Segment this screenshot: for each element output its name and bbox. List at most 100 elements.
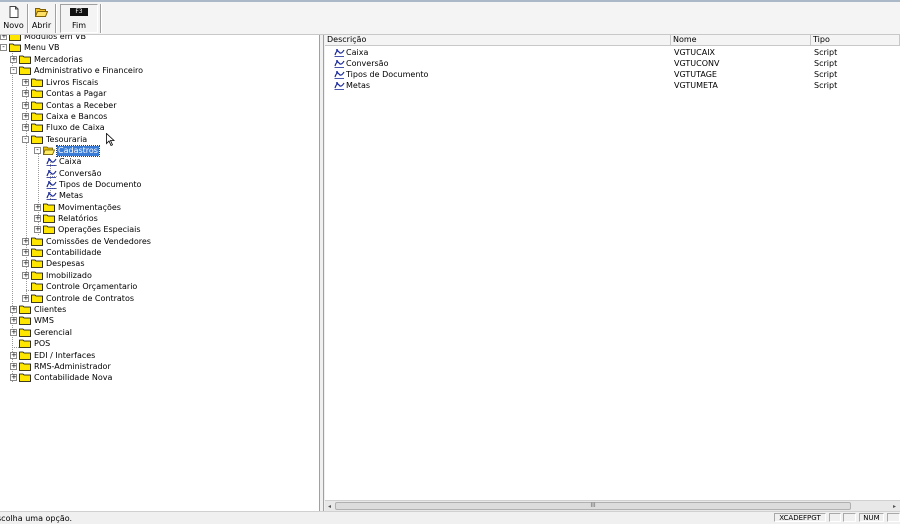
folder-icon: [19, 339, 31, 348]
expand-icon[interactable]: +: [22, 79, 29, 86]
expand-icon[interactable]: +: [0, 35, 7, 40]
tree-item[interactable]: + Livros Fiscais: [22, 77, 99, 88]
tree-item[interactable]: + Contabilidade Nova: [10, 372, 113, 383]
expand-icon[interactable]: +: [22, 272, 29, 279]
list-row[interactable]: Metas VGTUMETA Script: [325, 80, 900, 91]
tree-item-label: WMS: [34, 315, 54, 325]
new-document-icon: [9, 6, 18, 18]
expand-icon[interactable]: +: [22, 113, 29, 120]
column-header-nome[interactable]: Nome: [671, 35, 811, 46]
tree-item[interactable]: + Operações Especiais: [34, 224, 142, 235]
tree-item[interactable]: + RMS-Administrador: [10, 361, 112, 372]
tree-item-label: RMS-Administrador: [34, 361, 111, 371]
tree-item[interactable]: + Contas a Receber: [22, 100, 117, 111]
tree-item[interactable]: + Imobilizado: [22, 270, 93, 281]
tree-item-label: Contas a Pagar: [46, 88, 107, 98]
script-icon: [334, 60, 345, 68]
tree-item[interactable]: Controle Orçamentario: [22, 281, 138, 292]
tree-item[interactable]: + Caixa e Bancos: [22, 111, 108, 122]
tree-item[interactable]: Caixa: [46, 156, 82, 167]
mouse-cursor-icon: [106, 133, 115, 146]
expand-icon[interactable]: +: [34, 226, 41, 233]
expand-icon[interactable]: +: [22, 249, 29, 256]
tree-item-label: EDI / Interfaces: [34, 350, 96, 360]
script-icon: [46, 170, 57, 178]
script-list[interactable]: Descrição Nome Tipo Caixa VGTUCAIX Script C…: [325, 35, 900, 511]
expand-icon[interactable]: +: [22, 238, 29, 245]
tree-item-label: Movimentações: [58, 202, 121, 212]
folder-icon: [31, 78, 43, 87]
expand-icon[interactable]: +: [10, 374, 17, 381]
folder-icon: [31, 101, 43, 110]
list-row[interactable]: Conversão VGTUCONV Script: [325, 58, 900, 69]
menu-tree[interactable]: + Modulos em VB - Menu VB + Mercadorias - Admin…: [0, 35, 320, 511]
novo-label: Novo: [3, 21, 24, 30]
tree-item[interactable]: + Gerencial: [10, 327, 73, 338]
tree-item-label: Controle Orçamentario: [46, 281, 138, 291]
column-header-tipo[interactable]: Tipo: [811, 35, 900, 46]
tree-item[interactable]: Conversão: [46, 168, 102, 179]
row-nome: VGTUMETA: [674, 81, 718, 90]
script-icon: [334, 82, 345, 90]
expand-icon[interactable]: +: [34, 204, 41, 211]
tree-item[interactable]: + Despesas: [22, 258, 86, 269]
expand-icon[interactable]: +: [22, 90, 29, 97]
tree-item[interactable]: + Fluxo de Caixa: [22, 122, 106, 133]
folder-icon: [31, 89, 43, 98]
pane-splitter[interactable]: [320, 35, 324, 511]
collapse-icon[interactable]: -: [34, 147, 41, 154]
scrollbar-thumb[interactable]: III: [335, 502, 851, 510]
tree-item[interactable]: + Relatórios: [34, 213, 99, 224]
fim-button[interactable]: F3 Fim: [60, 4, 98, 33]
folder-icon: [19, 373, 31, 382]
row-descricao: Tipos de Documento: [346, 70, 429, 79]
column-header-descricao[interactable]: Descrição: [325, 35, 671, 46]
status-bar: scolha uma opção. XCADEFPGT NUM: [0, 511, 900, 523]
tree-item[interactable]: + Mercadorias: [10, 54, 84, 65]
row-descricao: Caixa: [346, 48, 369, 57]
tree-item[interactable]: + Comissões de Vendedores: [22, 236, 152, 247]
expand-icon[interactable]: +: [10, 363, 17, 370]
list-row[interactable]: Tipos de Documento VGTUTAGE Script: [325, 69, 900, 80]
expand-icon[interactable]: +: [22, 102, 29, 109]
folder-icon: [43, 225, 55, 234]
tree-item[interactable]: + Movimentações: [34, 202, 122, 213]
tree-item[interactable]: - Administrativo e Financeiro: [10, 65, 144, 76]
tree-item[interactable]: + Modulos em VB: [0, 35, 87, 42]
tree-item-label: Clientes: [34, 304, 67, 314]
novo-button[interactable]: Novo: [3, 4, 24, 33]
tree-item[interactable]: + WMS: [10, 315, 55, 326]
tree-item[interactable]: - Menu VB: [0, 42, 60, 53]
tree-item[interactable]: + Contabilidade: [22, 247, 102, 258]
expand-icon[interactable]: +: [10, 317, 17, 324]
status-panel: [829, 513, 841, 522]
tree-item[interactable]: + Controle de Contratos: [22, 293, 135, 304]
folder-icon: [9, 43, 21, 52]
expand-icon[interactable]: +: [34, 215, 41, 222]
scroll-right-icon[interactable]: ▸: [890, 502, 899, 511]
expand-icon[interactable]: +: [10, 329, 17, 336]
scroll-left-icon[interactable]: ◂: [325, 502, 334, 511]
tree-item[interactable]: POS: [10, 338, 51, 349]
expand-icon[interactable]: +: [10, 306, 17, 313]
list-row[interactable]: Caixa VGTUCAIX Script: [325, 47, 900, 58]
expand-icon[interactable]: +: [10, 56, 17, 63]
tree-item[interactable]: Tipos de Documento: [46, 179, 142, 190]
tree-item[interactable]: - Tesouraria: [22, 134, 88, 145]
row-descricao-cell: Caixa: [334, 47, 368, 58]
expand-icon[interactable]: +: [10, 352, 17, 359]
tree-item[interactable]: - Cadastros: [34, 144, 100, 157]
collapse-icon[interactable]: -: [22, 136, 29, 143]
tree-item[interactable]: + EDI / Interfaces: [10, 350, 96, 361]
abrir-button[interactable]: Abrir: [31, 4, 52, 33]
open-folder-icon: [35, 8, 48, 17]
collapse-icon[interactable]: -: [10, 67, 17, 74]
expand-icon[interactable]: +: [22, 295, 29, 302]
tree-item[interactable]: Metas: [46, 190, 84, 201]
collapse-icon[interactable]: -: [0, 44, 7, 51]
horizontal-scrollbar[interactable]: ◂ III ▸: [325, 500, 900, 511]
tree-item[interactable]: + Clientes: [10, 304, 67, 315]
tree-item[interactable]: + Contas a Pagar: [22, 88, 107, 99]
expand-icon[interactable]: +: [22, 260, 29, 267]
expand-icon[interactable]: +: [22, 124, 29, 131]
